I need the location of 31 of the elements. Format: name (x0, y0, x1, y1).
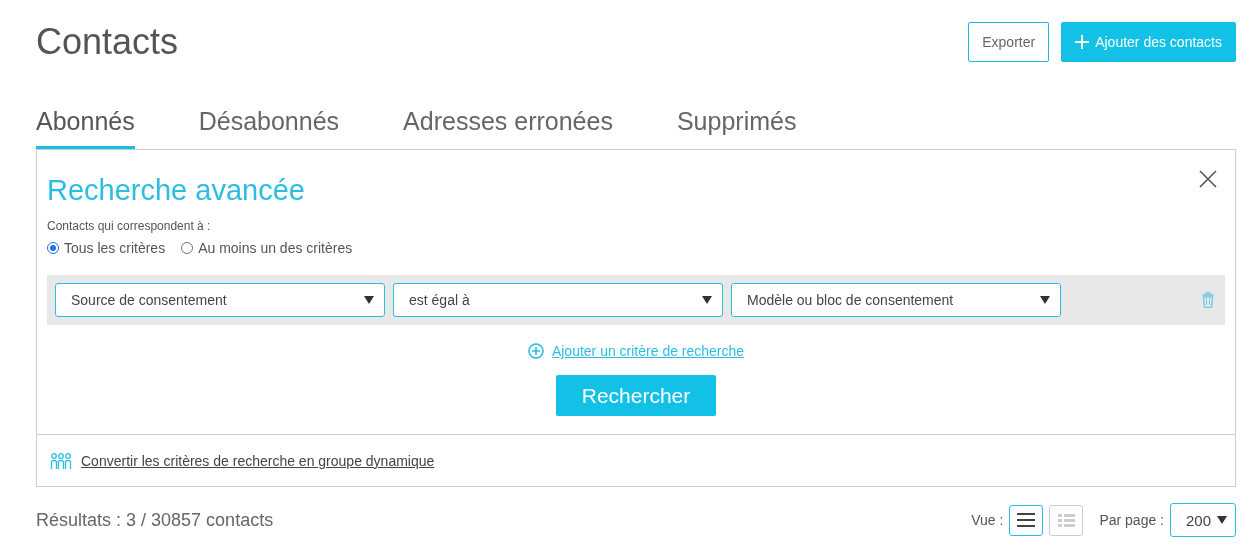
plus-icon (1075, 35, 1090, 49)
convert-group-link[interactable]: Convertir les critères de recherche en groupe dynamique (81, 453, 435, 469)
tab[interactable]: Supprimés (676, 106, 797, 149)
plus-circle-icon[interactable] (527, 343, 544, 359)
section-title: Recherche avancée (47, 174, 305, 207)
results-count: Résultats : 3 / 30857 contacts (36, 509, 274, 531)
menu-icon (1017, 513, 1036, 527)
tab[interactable]: Adresses erronées (403, 106, 613, 149)
per-page-label: Par page : (1099, 512, 1164, 528)
export-button[interactable]: Exporter (968, 22, 1050, 62)
view-toggle[interactable] (1049, 504, 1084, 536)
caret-icon (1217, 516, 1227, 524)
view-label: Vue : (971, 512, 1004, 528)
page-title: Contacts (36, 21, 179, 63)
radio-option[interactable]: Tous les critères (47, 240, 166, 256)
tab[interactable]: Désabonnés (198, 106, 340, 149)
list-icon (1057, 513, 1075, 527)
field-dropdown[interactable]: Source de consentement (55, 283, 385, 317)
view-toggle[interactable] (1009, 504, 1044, 536)
operator-dropdown[interactable]: est égal à (393, 283, 723, 317)
trash-icon[interactable] (1201, 292, 1215, 308)
value-dropdown[interactable]: Modèle ou bloc de consentement (731, 283, 1061, 317)
match-label: Contacts qui correspondent à : (47, 219, 211, 233)
caret-icon (364, 296, 374, 304)
per-page-dropdown[interactable]: 200 (1170, 503, 1236, 537)
close-icon[interactable] (1199, 170, 1217, 188)
caret-icon (1040, 296, 1050, 304)
people-icon (49, 452, 73, 470)
radio-option[interactable]: Au moins un des critères (181, 240, 353, 256)
tab[interactable]: Abonnés (36, 106, 135, 149)
caret-icon (702, 296, 712, 304)
